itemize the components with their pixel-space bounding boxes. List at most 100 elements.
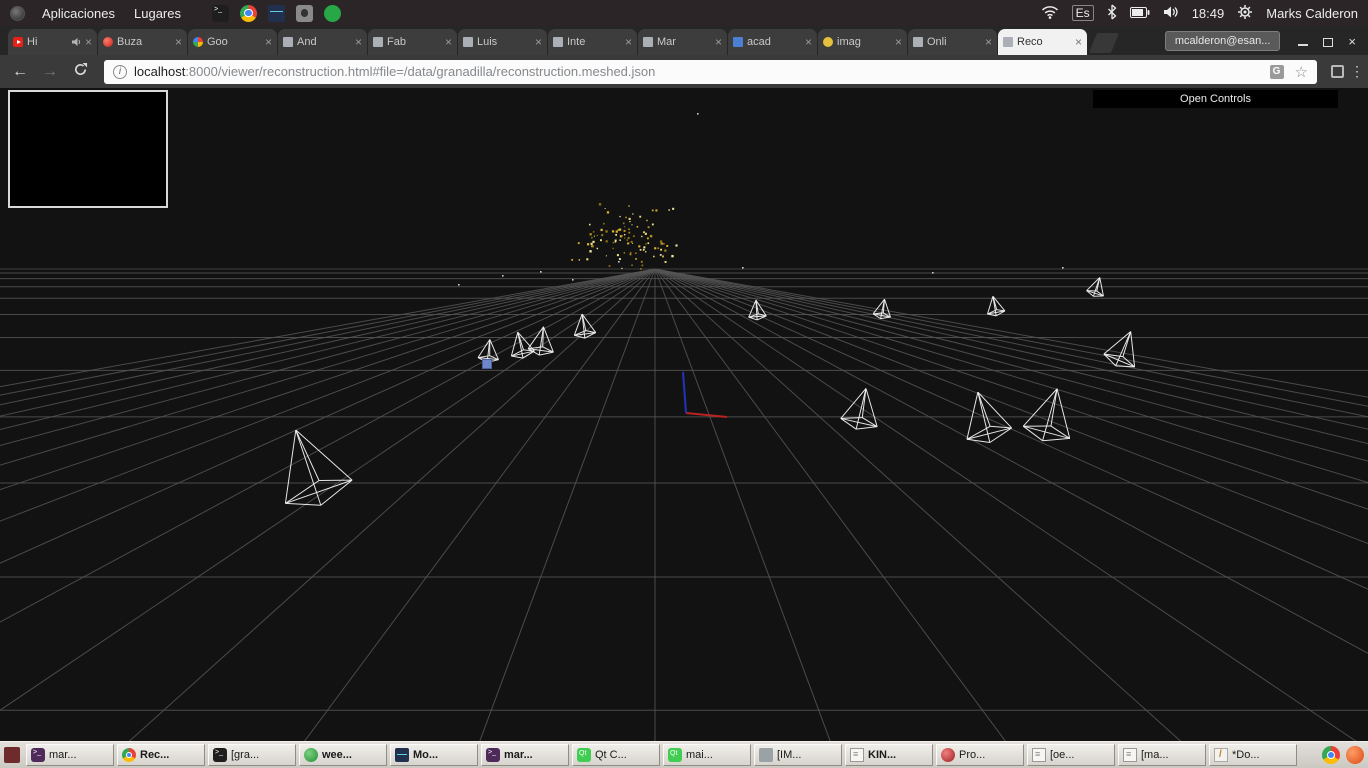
screen: Aplicaciones Lugares Es 18:49 Marks Cald…: [0, 0, 1368, 768]
taskbar-right-icons: [1322, 746, 1364, 764]
desktop-top-bar: Aplicaciones Lugares Es 18:49 Marks Cald…: [0, 0, 1368, 26]
taskbar-item[interactable]: wee...: [299, 744, 387, 766]
taskbar-item[interactable]: [IM...: [754, 744, 842, 766]
browser-tab[interactable]: acad ×: [728, 29, 817, 55]
taskbar-item[interactable]: mar...: [481, 744, 569, 766]
tab-close-icon[interactable]: ×: [1075, 35, 1082, 49]
taskbar-item-icon: [486, 748, 500, 762]
volume-icon[interactable]: [1163, 5, 1179, 22]
browser-tab[interactable]: Goo ×: [188, 29, 277, 55]
taskbar-item[interactable]: Pro...: [936, 744, 1024, 766]
taskbar-item[interactable]: Rec...: [117, 744, 205, 766]
browser-tab[interactable]: Luis ×: [458, 29, 547, 55]
taskbar-item-label: [oe...: [1050, 749, 1075, 761]
browser-toolbar: ← → i localhost:8000/viewer/reconstructi…: [0, 55, 1368, 88]
chrome-icon[interactable]: [239, 4, 257, 22]
messenger-icon[interactable]: [323, 4, 341, 22]
taskbar-item[interactable]: [oe...: [1027, 744, 1115, 766]
taskbar: mar... Rec... [gra... wee... Mo... mar..…: [0, 741, 1368, 768]
tab-close-icon[interactable]: ×: [805, 35, 812, 49]
menu-lugares[interactable]: Lugares: [132, 6, 183, 21]
tab-label: Onli: [927, 36, 947, 48]
url-path: :8000/viewer/reconstruction.html#file=/d…: [185, 64, 656, 79]
taskbar-item-label: KIN...: [868, 749, 897, 761]
terminal-icon[interactable]: [211, 4, 229, 22]
forward-icon[interactable]: →: [38, 63, 62, 81]
system-monitor-icon[interactable]: [267, 4, 285, 22]
tab-close-icon[interactable]: ×: [175, 35, 182, 49]
tab-label: Luis: [477, 36, 498, 48]
extension-icon[interactable]: [1331, 65, 1344, 78]
menu-aplicaciones[interactable]: Aplicaciones: [40, 6, 117, 21]
taskbar-item[interactable]: Qt C...: [572, 744, 660, 766]
taskbar-start-icon[interactable]: [4, 747, 20, 763]
session-user[interactable]: Marks Calderon: [1266, 6, 1358, 21]
open-controls-button[interactable]: Open Controls: [1093, 90, 1338, 108]
taskbar-item[interactable]: *Do...: [1209, 744, 1297, 766]
reconstruction-canvas[interactable]: [0, 88, 1368, 741]
minimize-button-icon[interactable]: [1298, 38, 1309, 46]
back-icon[interactable]: ←: [8, 63, 32, 81]
browser-tab[interactable]: Buza ×: [98, 29, 187, 55]
taskbar-item[interactable]: KIN...: [845, 744, 933, 766]
tab-close-icon[interactable]: ×: [625, 35, 632, 49]
taskbar-item-label: Qt C...: [595, 749, 627, 761]
session-gear-icon[interactable]: [1237, 4, 1253, 23]
browser-profile-button[interactable]: mcalderon@esan...: [1164, 31, 1281, 51]
tab-close-icon[interactable]: ×: [265, 35, 272, 49]
tab-close-icon[interactable]: ×: [445, 35, 452, 49]
browser-tab[interactable]: Inte ×: [548, 29, 637, 55]
tab-close-icon[interactable]: ×: [895, 35, 902, 49]
bookmark-star-icon[interactable]: ☆: [1295, 63, 1308, 81]
tab-label: Inte: [567, 36, 586, 48]
taskbar-item-label: Pro...: [959, 749, 986, 761]
browser-tab[interactable]: Mar ×: [638, 29, 727, 55]
page-info-icon[interactable]: i: [113, 64, 127, 79]
taskbar-item-label: mai...: [686, 749, 713, 761]
new-tab-button[interactable]: [1088, 33, 1120, 53]
translate-icon[interactable]: G: [1269, 64, 1284, 79]
network-icon[interactable]: [1041, 5, 1059, 22]
chrome-icon[interactable]: [1322, 746, 1340, 764]
tab-close-icon[interactable]: ×: [985, 35, 992, 49]
battery-icon[interactable]: [1129, 6, 1150, 21]
tab-audio-icon[interactable]: [71, 37, 81, 47]
tab-favicon: [553, 37, 563, 47]
viewer-background: [0, 88, 1368, 741]
ubuntu-software-icon[interactable]: [1346, 746, 1364, 764]
taskbar-item[interactable]: mai...: [663, 744, 751, 766]
reload-icon[interactable]: [68, 62, 92, 82]
tab-close-icon[interactable]: ×: [85, 35, 92, 49]
close-button-icon[interactable]: ×: [1348, 35, 1356, 48]
keyboard-layout-indicator[interactable]: Es: [1071, 5, 1094, 21]
tab-label: acad: [747, 36, 771, 48]
tab-label: Goo: [207, 36, 228, 48]
tab-close-icon[interactable]: ×: [535, 35, 542, 49]
tab-label: Hi: [27, 36, 38, 48]
taskbar-item[interactable]: Mo...: [390, 744, 478, 766]
distributor-logo-icon[interactable]: [10, 5, 25, 21]
browser-menu-icon[interactable]: ⋮: [1350, 63, 1364, 80]
selected-camera-cube: [482, 359, 492, 369]
browser-tab[interactable]: Fab ×: [368, 29, 457, 55]
screenshot-icon[interactable]: [295, 4, 313, 22]
window-controls: ×: [1298, 35, 1356, 48]
taskbar-item[interactable]: [gra...: [208, 744, 296, 766]
browser-tab[interactable]: Hi ×: [8, 29, 97, 55]
address-bar[interactable]: i localhost:8000/viewer/reconstruction.h…: [104, 59, 1317, 84]
system-tray: [211, 4, 341, 22]
browser-tab[interactable]: Onli ×: [908, 29, 997, 55]
clock[interactable]: 18:49: [1192, 6, 1225, 21]
browser-tab[interactable]: imag ×: [818, 29, 907, 55]
taskbar-item-icon: [122, 748, 136, 762]
bluetooth-icon[interactable]: [1107, 4, 1117, 23]
taskbar-item[interactable]: [ma...: [1118, 744, 1206, 766]
taskbar-item-icon: [759, 748, 773, 762]
tab-close-icon[interactable]: ×: [715, 35, 722, 49]
taskbar-item[interactable]: mar...: [26, 744, 114, 766]
restore-button-icon[interactable]: [1323, 37, 1334, 47]
browser-tab[interactable]: And ×: [278, 29, 367, 55]
tab-close-icon[interactable]: ×: [355, 35, 362, 49]
browser-tab[interactable]: Reco ×: [998, 29, 1087, 55]
camera-image-preview[interactable]: [8, 90, 168, 208]
